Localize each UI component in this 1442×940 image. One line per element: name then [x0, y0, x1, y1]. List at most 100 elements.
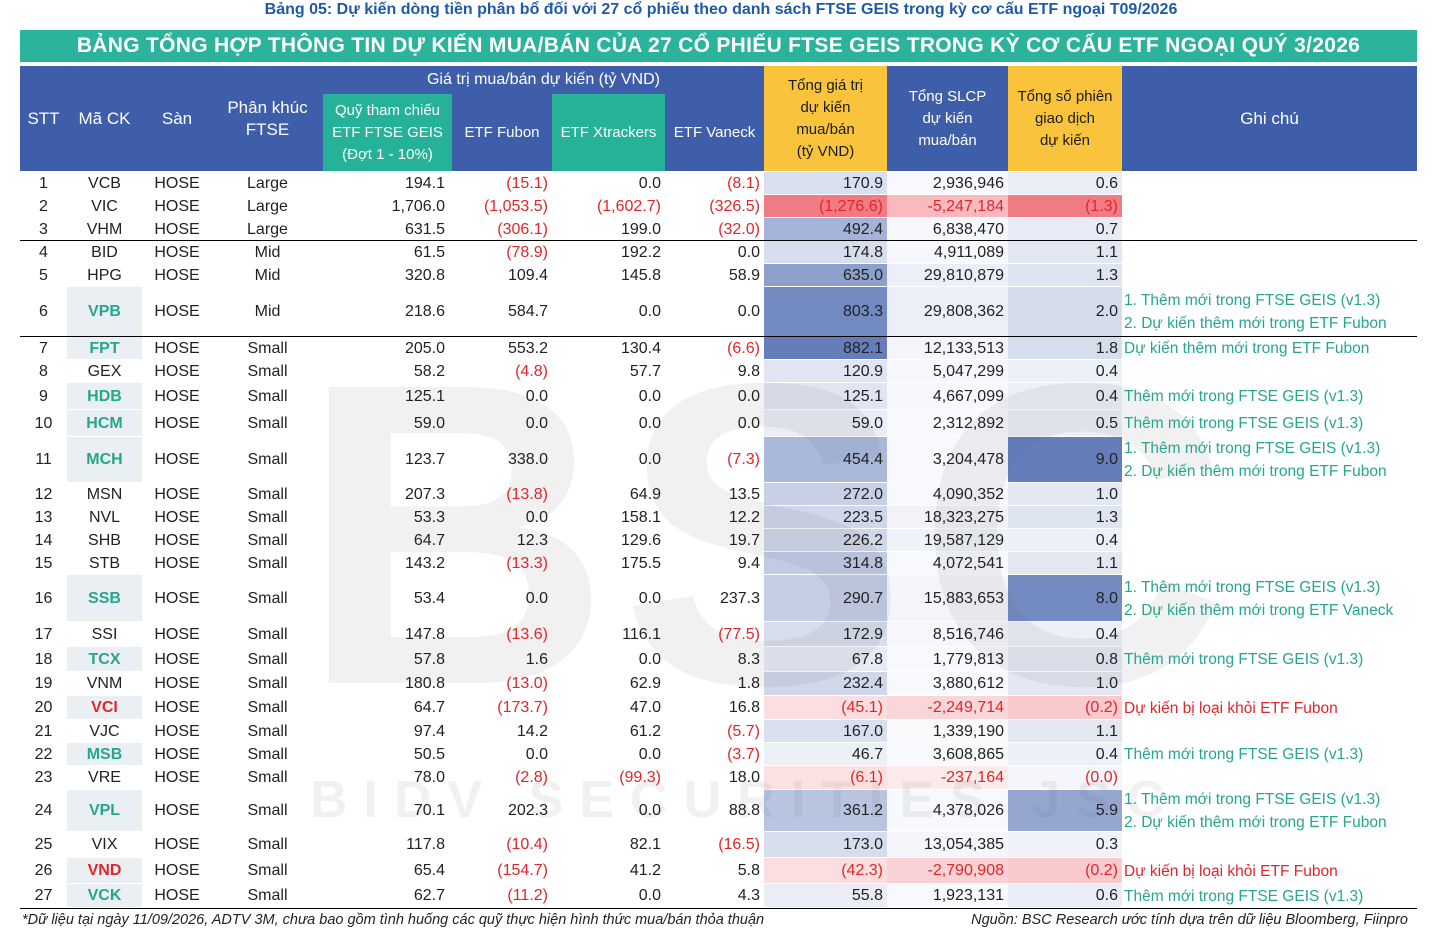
- header-vaneck: ETF Vaneck: [665, 94, 764, 171]
- cell-stt: 13: [34, 508, 53, 526]
- cell-ftse: 207.3: [404, 485, 445, 503]
- cell-ftse: 218.6: [404, 303, 445, 320]
- cell-sessions: 5.9: [1095, 802, 1118, 819]
- cell-xtrackers: 82.1: [629, 836, 661, 853]
- cell-ticker: SSB: [88, 589, 121, 607]
- cell-stt: 20: [34, 699, 53, 716]
- cell-exchange: HOSE: [154, 887, 200, 904]
- cell-total: (45.1): [841, 699, 883, 716]
- cell-xtrackers: 158.1: [620, 508, 661, 526]
- cell-exchange: HOSE: [154, 451, 200, 468]
- cell-vaneck: 8.3: [737, 650, 760, 668]
- cell-exchange: HOSE: [154, 802, 200, 819]
- cell-sessions: 1.8: [1095, 339, 1118, 357]
- cell-slcp: 19,587,129: [923, 531, 1004, 549]
- cell-ticker: MSN: [86, 485, 123, 503]
- cell-segment: Small: [247, 650, 288, 668]
- cell-fubon: 0.0: [525, 414, 548, 432]
- cell-vaneck: (8.1): [727, 174, 760, 192]
- cell-xtrackers: 0.0: [638, 303, 661, 320]
- cell-slcp: -237,164: [940, 769, 1004, 786]
- cell-total: 55.8: [851, 887, 883, 904]
- cell-xtrackers: 62.9: [629, 675, 661, 692]
- cell-segment: Small: [247, 339, 288, 357]
- cell-sessions: 1.1: [1095, 554, 1118, 572]
- note-line: 2. Dự kiến thêm mới trong ETF Fubon: [1124, 814, 1387, 831]
- cell-total: 226.2: [842, 531, 883, 549]
- cell-slcp: 3,204,478: [932, 451, 1004, 468]
- cell-stt: 23: [34, 769, 53, 786]
- cell-xtrackers: 130.4: [620, 339, 661, 357]
- cell-slcp: 4,090,352: [932, 485, 1004, 503]
- header-stt: STT: [20, 66, 67, 171]
- cell-ticker: VPB: [88, 303, 121, 320]
- cell-fubon: 12.3: [516, 531, 548, 549]
- cell-stt: 6: [39, 303, 48, 320]
- cell-sessions: 1.1: [1095, 243, 1118, 261]
- cell-stt: 12: [34, 485, 53, 503]
- cell-sessions: (0.2): [1085, 862, 1118, 879]
- cell-ftse: 70.1: [413, 802, 445, 819]
- cell-vaneck: (16.5): [718, 836, 760, 853]
- cell-slcp: 6,838,470: [932, 220, 1004, 238]
- cell-stt: 11: [35, 451, 52, 468]
- cell-segment: Small: [247, 414, 288, 432]
- cell-vaneck: (6.6): [727, 339, 760, 357]
- note-line: Thêm mới trong FTSE GEIS (v1.3): [1124, 746, 1364, 763]
- cell-stt: 17: [34, 625, 53, 643]
- table-page: BSC BIDV SECURITIES JSC Bảng 05: Dự kiến…: [0, 0, 1442, 940]
- cell-fubon: (173.7): [497, 699, 548, 716]
- cell-ticker: GEX: [87, 362, 122, 380]
- cell-fubon: (11.2): [507, 887, 548, 904]
- cell-ftse: 205.0: [404, 339, 445, 357]
- cell-ftse: 57.8: [413, 650, 445, 668]
- cell-ftse: 65.4: [413, 862, 445, 879]
- cell-stt: 19: [34, 675, 53, 692]
- cell-fubon: (13.8): [506, 485, 548, 503]
- cell-slcp: 29,808,362: [923, 303, 1004, 320]
- cell-sessions: 0.5: [1095, 414, 1118, 432]
- cell-ftse: 123.7: [404, 451, 445, 468]
- cell-segment: Small: [247, 485, 288, 503]
- cell-ticker: TCX: [88, 650, 121, 668]
- cell-exchange: HOSE: [154, 625, 200, 643]
- cell-vaneck: 88.8: [728, 802, 760, 819]
- cell-ftse: 320.8: [404, 266, 445, 284]
- cell-sessions: 1.3: [1095, 508, 1118, 526]
- cell-stt: 8: [39, 362, 48, 380]
- cell-xtrackers: (99.3): [619, 769, 661, 786]
- cell-total: (6.1): [850, 769, 883, 786]
- cell-vaneck: 0.0: [737, 243, 760, 261]
- cell-sessions: 0.3: [1095, 836, 1118, 853]
- cell-fubon: 0.0: [525, 508, 548, 526]
- cell-xtrackers: 0.0: [638, 887, 661, 904]
- cell-xtrackers: 0.0: [638, 414, 661, 432]
- cell-segment: Mid: [254, 266, 281, 284]
- cell-ticker: HDB: [87, 387, 122, 405]
- cell-slcp: 5,047,299: [932, 362, 1004, 380]
- cell-ticker: MSB: [86, 745, 123, 763]
- cell-ticker: VHM: [86, 220, 123, 238]
- note-line: 1. Thêm mới trong FTSE GEIS (v1.3): [1124, 440, 1381, 457]
- cell-total: 272.0: [842, 485, 883, 503]
- header-fubon: ETF Fubon: [452, 94, 552, 171]
- cell-sessions: 0.4: [1095, 745, 1118, 763]
- cell-ftse: 53.4: [413, 589, 445, 607]
- cell-exchange: HOSE: [154, 722, 200, 740]
- cell-ftse: 117.8: [406, 836, 445, 853]
- cell-xtrackers: 145.8: [620, 266, 661, 284]
- cell-fubon: 109.4: [507, 266, 548, 284]
- cell-ticker: VCI: [91, 699, 118, 716]
- cell-xtrackers: (1,602.7): [596, 197, 661, 215]
- cell-vaneck: 16.8: [728, 699, 760, 716]
- cell-exchange: HOSE: [154, 339, 200, 357]
- cell-ticker: FPT: [89, 339, 120, 357]
- cell-slcp: 4,667,099: [932, 387, 1004, 405]
- cell-ticker: VNM: [86, 675, 123, 692]
- cell-vaneck: 12.2: [728, 508, 760, 526]
- cell-exchange: HOSE: [154, 362, 200, 380]
- cell-segment: Small: [247, 554, 288, 572]
- cell-slcp: 1,923,131: [932, 887, 1004, 904]
- cell-fubon: 1.6: [525, 650, 548, 668]
- cell-total: 361.2: [842, 802, 883, 819]
